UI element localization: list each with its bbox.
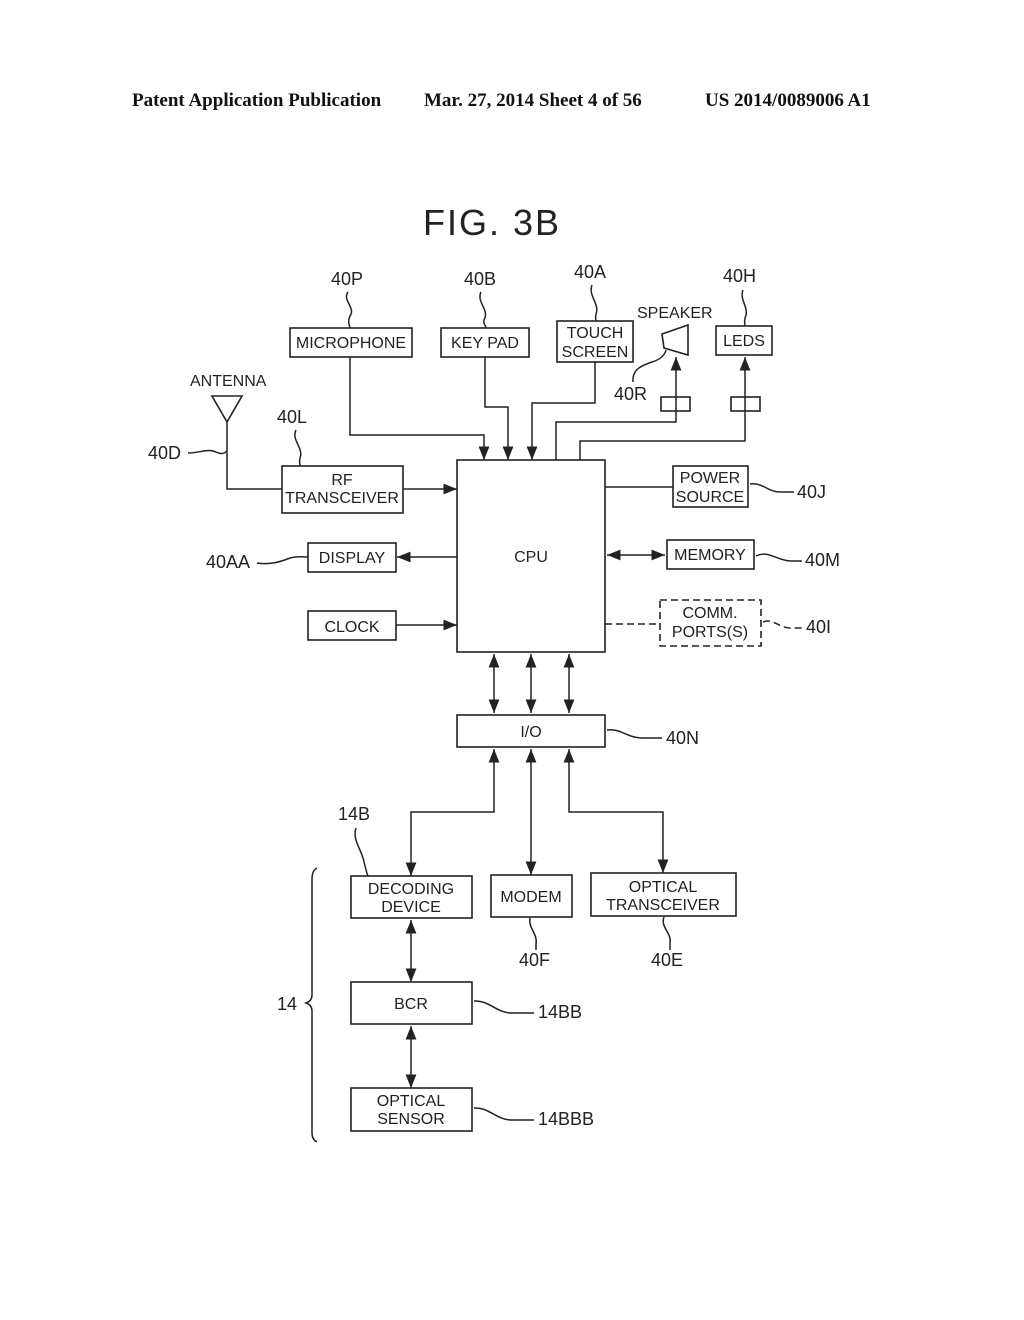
modem-block: MODEM [490,874,573,918]
touch-screen-label-2: SCREEN [562,344,629,361]
leader-40aa [256,556,309,565]
clock-block: CLOCK [307,610,397,641]
antenna-icon [210,395,244,424]
leader-40m [755,553,802,562]
keypad-block: KEY PAD [440,327,530,358]
ref-40i: 40I [806,617,831,637]
io-block: I/O [456,714,606,748]
ref-40f: 40F [519,950,550,970]
ref-14bb: 14BB [538,1002,582,1022]
rf-transceiver-block: RF TRANSCEIVER [281,465,404,514]
keypad-label: KEY PAD [451,335,519,352]
optical-transceiver-label-2: TRANSCEIVER [606,897,720,914]
ref-40aa: 40AA [206,552,250,572]
memory-block: MEMORY [666,539,755,570]
comm-ports-block: COMM. PORTS(S) [659,599,762,647]
ref-40a: 40A [574,262,606,282]
display-label: DISPLAY [319,550,386,567]
comm-ports-label-2: PORTS(S) [672,624,748,641]
optical-sensor-block: OPTICAL SENSOR [350,1087,473,1132]
decoding-device-block: DECODING DEVICE [350,875,473,919]
display-block: DISPLAY [307,542,397,573]
figure-title: FIG. 3B [423,202,561,243]
ref-40h: 40H [723,266,756,286]
leader-40b [479,291,487,329]
optical-transceiver-label-1: OPTICAL [629,879,698,896]
leader-40h [741,289,747,327]
ref-40b: 40B [464,269,496,289]
ref-40m: 40M [805,550,840,570]
ref-40j: 40J [797,482,826,502]
ref-40r: 40R [614,384,647,404]
ref-40n: 40N [666,728,699,748]
touch-screen-block: TOUCH SCREEN [556,320,634,363]
block-diagram: FIG. 3B MICROPHONE 40P KEY PAD 40B TOUCH… [148,202,840,1143]
leader-40l [294,429,302,467]
ref-40l: 40L [277,407,307,427]
rf-label-1: RF [331,472,353,489]
cpu-label: CPU [514,549,548,566]
group-14-brace [303,867,318,1143]
microphone-block: MICROPHONE [289,327,413,358]
leader-40a [590,284,598,322]
ref-40p: 40P [331,269,363,289]
io-label: I/O [520,724,541,741]
decoding-label-2: DEVICE [381,899,441,916]
antenna-label: ANTENNA [190,373,267,390]
clock-label: CLOCK [324,619,379,636]
ref-40d: 40D [148,443,181,463]
optical-transceiver-block: OPTICAL TRANSCEIVER [590,872,737,917]
power-label-2: SOURCE [676,489,744,506]
leader-40r [632,349,667,383]
ref-14bbb: 14BBB [538,1109,594,1129]
leader-40n [606,729,662,739]
ref-14: 14 [277,994,297,1014]
bcr-block: BCR [350,981,473,1025]
leader-14bbb [473,1107,534,1121]
touch-screen-label-1: TOUCH [567,325,624,342]
decoding-label-1: DECODING [368,881,454,898]
comm-ports-label-1: COMM. [682,605,737,622]
speaker-label: SPEAKER [637,305,713,322]
leader-14bb [473,1000,534,1014]
leader-40p [345,291,353,329]
leader-40d [187,449,228,455]
power-source-block: POWER SOURCE [672,465,749,508]
bcr-label: BCR [394,996,428,1013]
rf-label-2: TRANSCEIVER [285,490,399,507]
leader-40f [529,917,537,950]
memory-label: MEMORY [674,547,746,564]
leds-block: LEDS [715,325,773,356]
ref-40e: 40E [651,950,683,970]
optical-sensor-label-2: SENSOR [377,1111,445,1128]
modem-label: MODEM [500,889,561,906]
cpu-block: CPU [456,459,606,653]
leader-40j [749,483,794,493]
power-label-1: POWER [680,470,740,487]
optical-sensor-label-1: OPTICAL [377,1093,446,1110]
leader-40e [662,916,671,950]
leader-14b [354,827,369,877]
leds-label: LEDS [723,333,765,350]
leader-40i [762,620,804,629]
microphone-label: MICROPHONE [296,335,406,352]
ref-14b: 14B [338,804,370,824]
